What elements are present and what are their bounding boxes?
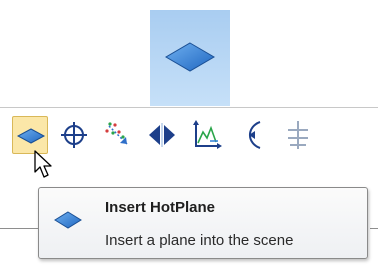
toolbar bbox=[0, 107, 378, 158]
crosshair-button[interactable] bbox=[56, 116, 92, 154]
tooltip-description: Insert a plane into the scene bbox=[105, 232, 294, 249]
scatter-arrow-button[interactable] bbox=[100, 116, 136, 154]
tooltip: Insert HotPlane Insert a plane into the … bbox=[38, 187, 368, 259]
chart-axes-icon bbox=[193, 120, 222, 149]
divider-line bbox=[370, 228, 378, 229]
sliders-button[interactable] bbox=[280, 116, 316, 154]
sliders-icon bbox=[288, 121, 308, 149]
plane-preview-tile bbox=[150, 10, 230, 106]
crosshair-icon bbox=[61, 122, 87, 148]
insert-hotplane-button[interactable] bbox=[12, 116, 48, 154]
plane-icon bbox=[54, 211, 82, 229]
arc-point-button[interactable] bbox=[234, 116, 270, 154]
plane-icon bbox=[165, 42, 215, 72]
chart-axes-button[interactable] bbox=[188, 116, 224, 154]
arc-point-icon bbox=[248, 121, 261, 149]
mouse-cursor-icon bbox=[34, 150, 56, 180]
tooltip-title: Insert HotPlane bbox=[105, 199, 216, 216]
mirror-button[interactable] bbox=[144, 116, 180, 154]
mirror-icon bbox=[149, 123, 175, 147]
screenshot-stage: Insert HotPlane Insert a plane into the … bbox=[0, 0, 378, 266]
scatter-arrow-icon bbox=[105, 122, 128, 145]
